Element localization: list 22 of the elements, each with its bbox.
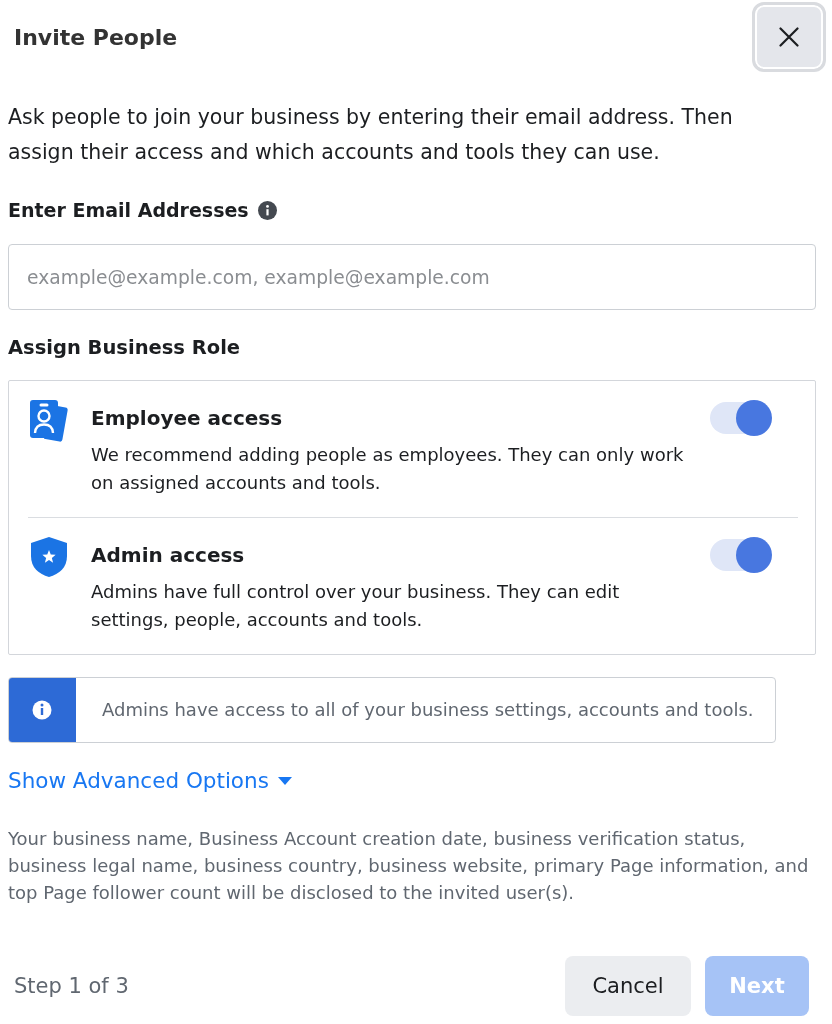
email-field[interactable]: example@example.com, example@example.com: [8, 244, 816, 310]
step-indicator: Step 1 of 3: [13, 973, 130, 1000]
role-description: Admins have full control over your business. They can edit settings, people, accounts and tools.: [91, 580, 621, 632]
advanced-options-link[interactable]: Show Advanced Options: [8, 767, 292, 795]
info-icon: [9, 678, 76, 742]
cancel-button[interactable]: Cancel: [565, 956, 691, 1016]
info-icon[interactable]: [257, 200, 277, 220]
role-heading: Assign Business Role: [8, 335, 242, 361]
role-description: We recommend adding people as employees. They can only work on assigned accounts and tools.: [91, 443, 685, 495]
email-label: Enter Email Addresses: [8, 198, 249, 223]
banner-text: Admins have access to all of your business settings, accounts and tools.: [101, 698, 754, 722]
role-title: Admin access: [91, 542, 246, 569]
shield-star-icon: [31, 537, 67, 577]
close-icon: [779, 27, 799, 47]
intro-text: Ask people to join your business by entering their email address. Then assign their access and which accounts and tools they can use.: [8, 104, 734, 166]
toggle-switch[interactable]: [710, 537, 772, 573]
id-badge-icon: [30, 400, 68, 442]
close-button[interactable]: [752, 2, 826, 72]
toggle-switch[interactable]: [710, 400, 772, 436]
dialog-title: Invite People: [14, 24, 178, 52]
role-title: Employee access: [91, 405, 284, 432]
disclosure-text: Your business name, Business Account creation date, business verification status, business legal name, business country, business website, primary Page information, and top Page follower count will be disclosed to the invited user(s).: [8, 827, 810, 905]
